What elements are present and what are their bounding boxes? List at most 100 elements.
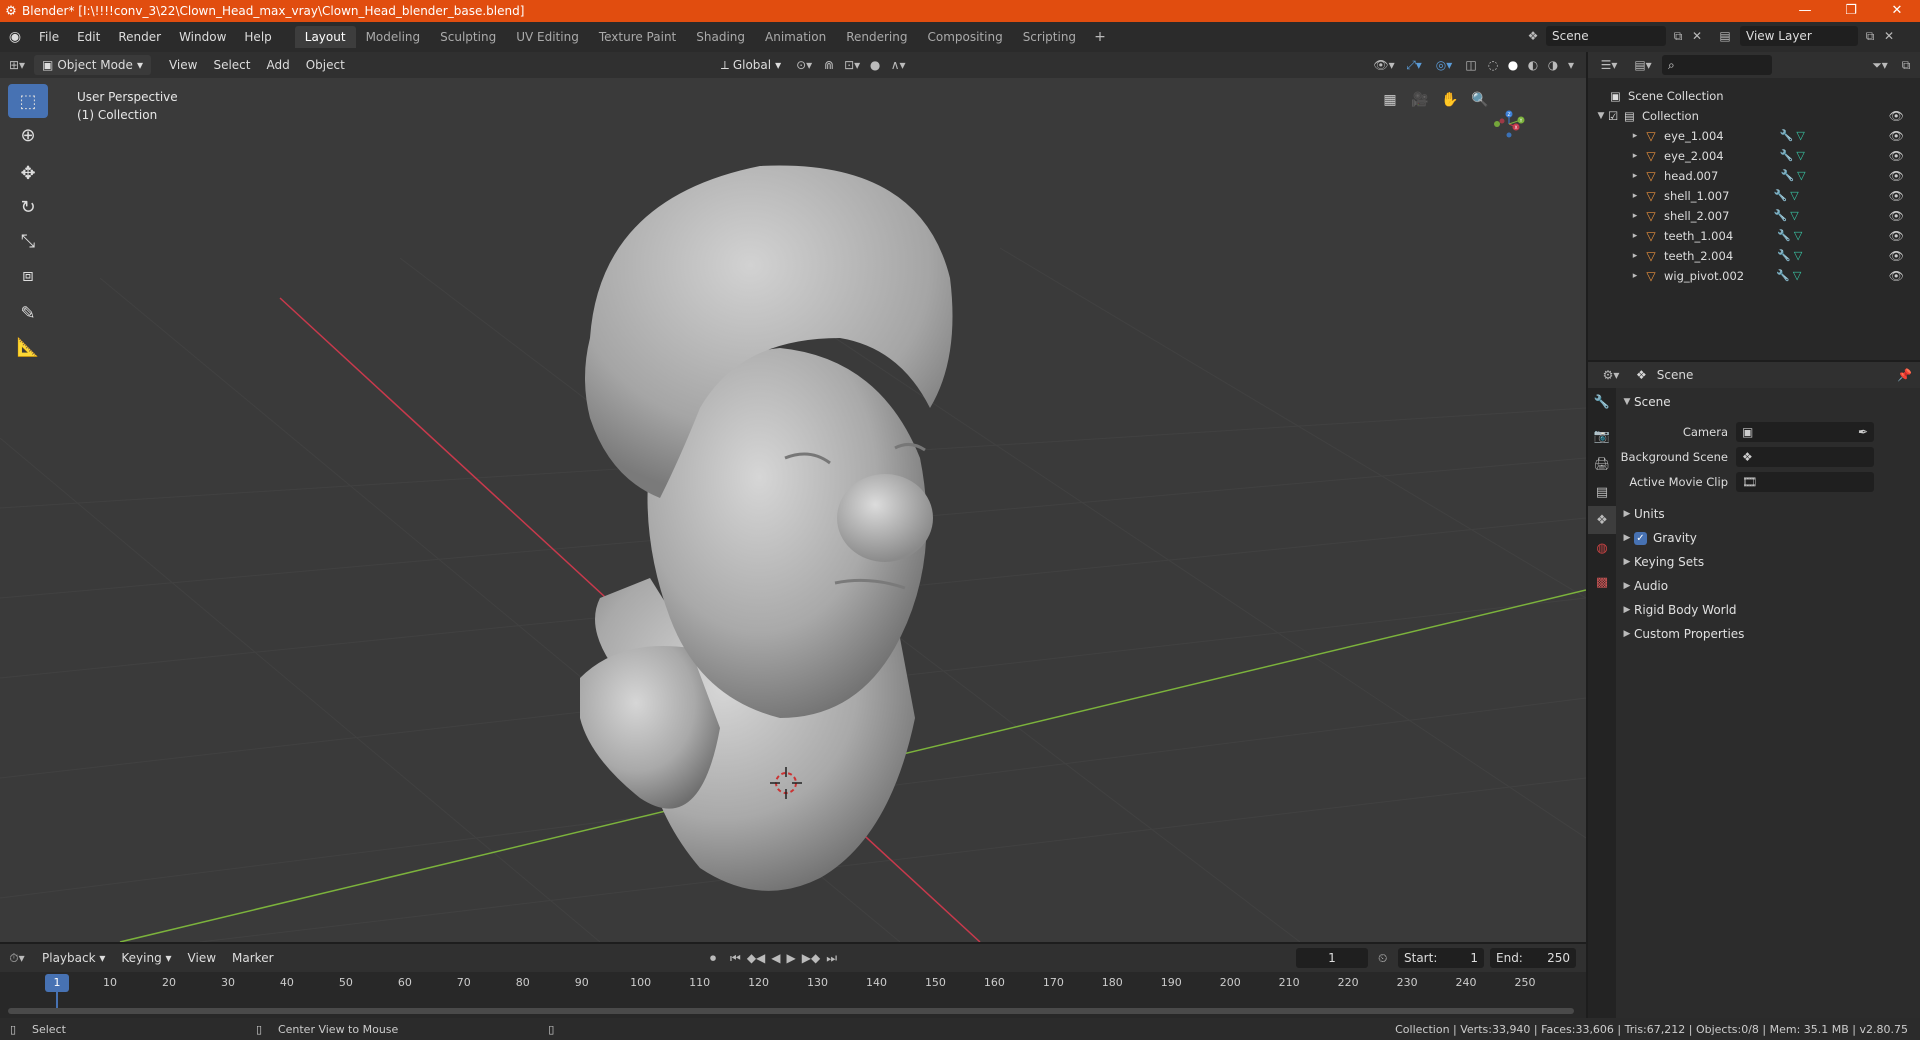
expand-arrow-icon[interactable]: ▸	[1628, 146, 1642, 166]
outliner-search-input[interactable]: ⌕	[1662, 55, 1772, 75]
play-reverse-icon[interactable]: ◀	[771, 951, 780, 965]
outliner-object-row[interactable]: ▸ ▽ head.007 🔧 ▽ 👁	[1628, 166, 1914, 186]
start-frame-field[interactable]: Start: 1	[1398, 948, 1484, 968]
gravity-checkbox[interactable]: ✓	[1634, 531, 1647, 545]
eyedropper-icon[interactable]: ✒	[1858, 425, 1868, 439]
menu-edit[interactable]: Edit	[68, 30, 109, 44]
menu-keying[interactable]: Keying ▾	[113, 951, 179, 965]
menu-help[interactable]: Help	[235, 30, 280, 44]
transform-tool-icon[interactable]: ⧈	[8, 258, 48, 292]
outliner-object-row[interactable]: ▸ ▽ teeth_1.004 🔧 ▽ 👁	[1628, 226, 1914, 246]
scene-selector[interactable]: Scene	[1546, 26, 1666, 46]
snap-target-icon[interactable]: ⊡▾	[839, 58, 865, 72]
cursor-tool-icon[interactable]: ⊕	[8, 118, 48, 152]
mesh-data-icon[interactable]: ▽	[1794, 146, 1808, 166]
snap-icon[interactable]: ⋒	[819, 58, 839, 72]
modifier-icon[interactable]: 🔧	[1780, 166, 1794, 186]
outliner-object-row[interactable]: ▸ ▽ eye_1.004 🔧 ▽ 👁	[1628, 126, 1914, 146]
mesh-data-icon[interactable]: ▽	[1794, 126, 1808, 146]
preview-range-icon[interactable]: ⏲	[1378, 951, 1387, 966]
proportional-edit-icon[interactable]: ●	[865, 58, 885, 72]
modifier-icon[interactable]: 🔧	[1777, 246, 1791, 266]
new-view-layer-icon[interactable]: ⧉	[1862, 29, 1878, 44]
properties-section-header[interactable]: ▶ Rigid Body World	[1620, 598, 1737, 622]
mode-dropdown[interactable]: ▣ Object Mode ▾	[34, 55, 151, 75]
mesh-data-icon[interactable]: ▽	[1791, 246, 1805, 266]
blender-menu-icon[interactable]: ◉	[0, 29, 30, 45]
eye-icon[interactable]: 👁	[1889, 166, 1904, 186]
mesh-data-icon[interactable]: ▽	[1791, 226, 1805, 246]
filter-icon[interactable]: ⏷▾	[1868, 58, 1892, 73]
tab-texture-paint[interactable]: Texture Paint	[589, 26, 686, 48]
menu-view[interactable]: View	[161, 58, 205, 72]
rendered-shading-icon[interactable]: ◑	[1544, 58, 1562, 72]
tab-layout[interactable]: Layout	[294, 26, 356, 48]
properties-editor-type-icon[interactable]: ⚙▾	[1596, 368, 1626, 382]
expand-arrow-icon[interactable]: ▸	[1628, 206, 1642, 226]
tab-compositing[interactable]: Compositing	[917, 26, 1012, 48]
navigation-gizmo[interactable]: Z X Y	[1486, 84, 1586, 184]
timeline-scrollbar[interactable]	[8, 1008, 1574, 1014]
menu-playback[interactable]: Playback ▾	[34, 951, 113, 965]
prev-keyframe-icon[interactable]: ◆◀	[747, 951, 765, 965]
outliner-collection[interactable]: ▼ ☑ ▤ Collection 👁	[1594, 106, 1914, 126]
output-tab-icon[interactable]: 🖨	[1588, 450, 1616, 478]
tab-modeling[interactable]: Modeling	[356, 26, 431, 48]
minimize-button[interactable]: —	[1782, 0, 1828, 22]
collection-checkbox[interactable]: ☑	[1608, 106, 1624, 126]
menu-timeline-view[interactable]: View	[180, 951, 224, 965]
eye-icon[interactable]: 👁	[1889, 206, 1904, 226]
maximize-button[interactable]: ❐	[1828, 0, 1874, 22]
tab-rendering[interactable]: Rendering	[836, 26, 917, 48]
expand-arrow-icon[interactable]: ▸	[1628, 126, 1642, 146]
falloff-icon[interactable]: ∧▾	[885, 58, 911, 72]
expand-arrow-icon[interactable]: ▼	[1594, 106, 1608, 126]
play-icon[interactable]: ▶	[787, 951, 796, 965]
tab-sculpting[interactable]: Sculpting	[430, 26, 506, 48]
toggle-grid-view-icon[interactable]: ▦	[1378, 88, 1402, 112]
menu-render[interactable]: Render	[109, 30, 170, 44]
menu-file[interactable]: File	[30, 30, 68, 44]
select-box-tool-icon[interactable]: ⬚	[8, 84, 48, 118]
pan-view-icon[interactable]: ✋	[1438, 88, 1462, 112]
outliner-scene-collection[interactable]: ▣ Scene Collection	[1610, 86, 1724, 106]
mesh-data-icon[interactable]: ▽	[1790, 266, 1804, 286]
eye-icon[interactable]: 👁	[1889, 106, 1904, 126]
jump-end-icon[interactable]: ⏭	[826, 951, 837, 966]
scene-tab-icon[interactable]: ❖	[1588, 506, 1616, 534]
outliner-object-row[interactable]: ▸ ▽ eye_2.004 🔧 ▽ 👁	[1628, 146, 1914, 166]
rotate-tool-icon[interactable]: ↻	[8, 190, 48, 224]
move-tool-icon[interactable]: ✥	[8, 156, 48, 190]
eye-icon[interactable]: 👁	[1889, 246, 1904, 266]
background-scene-field[interactable]: ❖	[1736, 447, 1874, 467]
properties-section-header[interactable]: ▶ Audio	[1620, 574, 1669, 598]
eye-icon[interactable]: 👁	[1889, 186, 1904, 206]
shading-options-icon[interactable]: ▾	[1564, 58, 1578, 72]
camera-field[interactable]: ▣ ✒	[1736, 422, 1874, 442]
expand-arrow-icon[interactable]: ▸	[1628, 186, 1642, 206]
camera-view-icon[interactable]: 🎥	[1408, 88, 1432, 112]
annotate-tool-icon[interactable]: ✎	[8, 296, 48, 330]
jump-start-icon[interactable]: ⏮	[730, 951, 741, 966]
eye-icon[interactable]: 👁	[1889, 126, 1904, 146]
pin-icon[interactable]: 📌	[1897, 368, 1912, 382]
gizmo-toggle-icon[interactable]: ⤢▾	[1400, 58, 1428, 73]
eye-icon[interactable]: 👁	[1889, 226, 1904, 246]
tab-animation[interactable]: Animation	[755, 26, 836, 48]
menu-window[interactable]: Window	[170, 30, 235, 44]
outliner-object-row[interactable]: ▸ ▽ shell_1.007 🔧 ▽ 👁	[1628, 186, 1914, 206]
mesh-data-icon[interactable]: ▽	[1787, 206, 1801, 226]
measure-tool-icon[interactable]: 📐	[8, 330, 48, 364]
menu-marker[interactable]: Marker	[224, 951, 281, 965]
view-layer-selector[interactable]: View Layer	[1740, 26, 1858, 46]
transform-orientation-dropdown[interactable]: ⟂ Global ▾	[713, 55, 789, 75]
properties-section-header[interactable]: ▶ Custom Properties	[1620, 622, 1745, 646]
scene-panel-header[interactable]: ▼ Scene	[1620, 390, 1671, 414]
tool-settings-tab-icon[interactable]: 🔧	[1588, 388, 1616, 416]
menu-add[interactable]: Add	[258, 58, 297, 72]
3d-viewport[interactable]: User Perspective (1) Collection ⬚ ⊕ ✥ ↻ …	[0, 78, 1586, 942]
expand-arrow-icon[interactable]: ▸	[1628, 266, 1642, 286]
render-tab-icon[interactable]: 📷	[1588, 422, 1616, 450]
overlay-toggle-icon[interactable]: ◎▾	[1430, 58, 1458, 72]
new-collection-icon[interactable]: ⧉	[1898, 58, 1914, 73]
